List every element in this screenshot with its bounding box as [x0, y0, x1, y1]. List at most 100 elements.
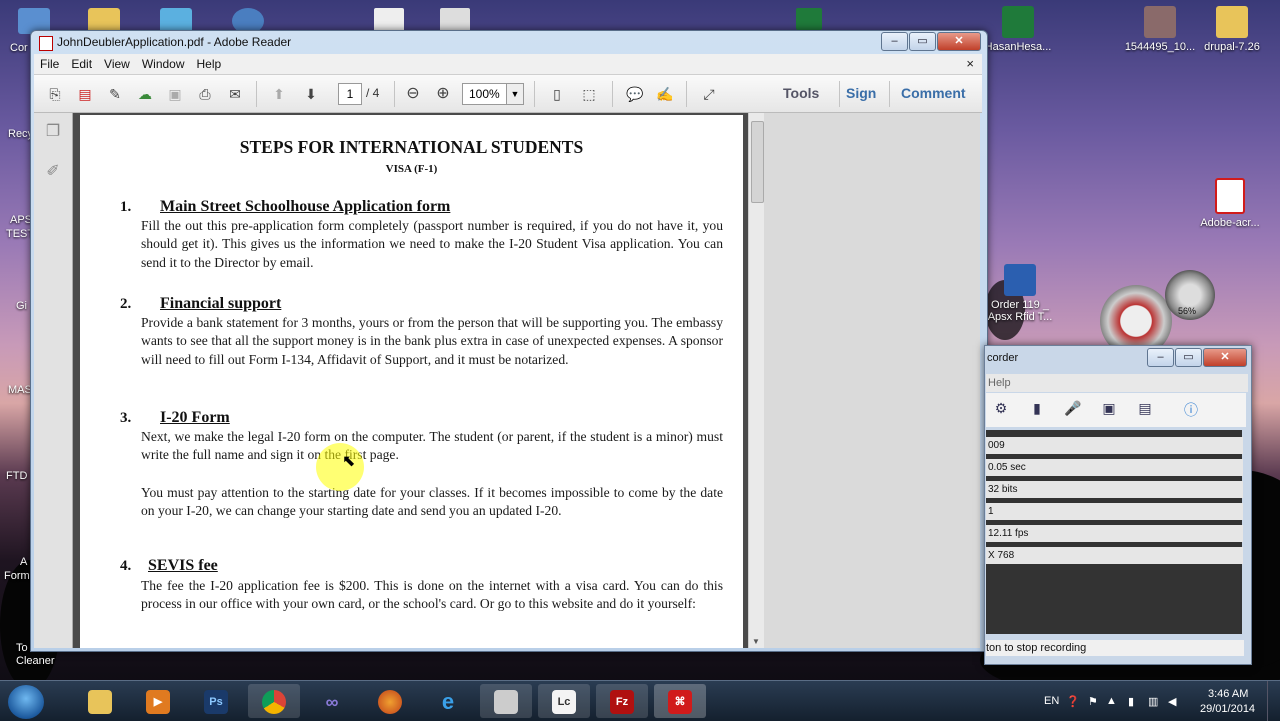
scroll-down-icon[interactable]: ▼ — [752, 637, 760, 646]
recorder-menu-help[interactable]: Help — [986, 374, 1248, 392]
clock-date[interactable]: 29/01/2014 — [1200, 703, 1255, 715]
recorder-maximize-button[interactable]: ▭ — [1175, 348, 1202, 367]
menu-file[interactable]: File — [34, 54, 65, 71]
help-icon[interactable]: ❓ — [1066, 695, 1080, 708]
fit-page-icon[interactable]: ▯ — [546, 83, 568, 105]
edit-icon[interactable]: ✎ — [104, 83, 126, 105]
taskbar-adobe-reader[interactable]: ⌘ — [654, 684, 706, 718]
clock-time[interactable]: 3:46 AM — [1208, 688, 1248, 700]
info-icon[interactable]: ⓘ — [1180, 400, 1202, 420]
film-strip-icon[interactable]: ▮ — [1026, 400, 1048, 420]
battery-icon[interactable]: ▮ — [1128, 695, 1134, 708]
network-icon[interactable]: ▥ — [1148, 695, 1158, 708]
fit-width-icon[interactable]: ⬚ — [578, 83, 600, 105]
email-icon[interactable]: ✉ — [224, 83, 246, 105]
document-subtitle: VISA (F-1) — [385, 163, 438, 175]
clapper-icon[interactable]: ▤ — [1134, 400, 1156, 420]
app-icon[interactable] — [374, 8, 404, 32]
section-number: 1. — [120, 199, 132, 215]
cpu-gauge-gadget[interactable]: 56% — [1165, 270, 1215, 320]
upload-cloud-icon[interactable]: ☁ — [134, 83, 156, 105]
recorder-close-button[interactable]: ✕ — [1203, 348, 1247, 367]
internet-explorer-icon: e — [441, 689, 455, 714]
microphone-icon[interactable]: 🎤 — [1062, 400, 1084, 420]
desktop-left-fragments: Cor Recy APS TEST Gi MAS FTD A Form To C… — [4, 42, 55, 667]
taskbar-chrome[interactable] — [248, 684, 300, 718]
fullscreen-icon[interactable]: ⤢ — [698, 83, 720, 105]
taskbar-livecycle[interactable]: Lc — [538, 684, 590, 718]
attachments-icon[interactable]: ✐ — [43, 161, 63, 181]
desktop-icon-photo[interactable]: 1544495_10... — [1120, 6, 1200, 53]
zoom-out-icon[interactable]: ⊖ — [402, 83, 424, 105]
next-page-icon[interactable]: ⬇ — [300, 83, 322, 105]
document-area[interactable]: STEPS FOR INTERNATIONAL STUDENTS VISA (F… — [73, 113, 763, 648]
document-close-icon[interactable]: × — [966, 56, 974, 71]
screen-icon[interactable]: ▣ — [1098, 400, 1120, 420]
desktop-icon-hasanhesa[interactable]: HasanHesa... — [978, 6, 1058, 53]
toolbar-separator — [256, 81, 257, 107]
zoom-in-icon[interactable]: ⊕ — [432, 83, 454, 105]
toolbar: ⎘ ▤ ✎ ☁ ▣ ⎙ ✉ ⬆ ⬇ 1 / 4 ⊖ ⊕ 100% ▼ ▯ ⬚ 💬 … — [34, 75, 982, 113]
recorder-minimize-button[interactable]: ‒ — [1147, 348, 1174, 367]
taskbar-filezilla[interactable]: Fz — [596, 684, 648, 718]
create-icon[interactable]: ▤ — [74, 83, 96, 105]
maximize-button[interactable]: ▭ — [909, 32, 936, 51]
cursor-highlight — [316, 443, 364, 491]
taskbar-firefox[interactable] — [364, 684, 416, 718]
taskbar-ie[interactable]: e — [422, 684, 474, 718]
menu-bar: File Edit View Window Help × — [34, 54, 982, 75]
page-thumbnails-icon[interactable]: ❐ — [43, 121, 63, 141]
desktop-icon-adobe[interactable]: Adobe-acr... — [1190, 178, 1270, 229]
page-number-input[interactable]: 1 — [338, 83, 362, 105]
taskbar-photoshop[interactable]: Ps — [190, 684, 242, 718]
show-hidden-icon[interactable]: ▲ — [1106, 695, 1117, 707]
show-desktop-button[interactable] — [1267, 681, 1280, 721]
zoom-select[interactable]: 100% ▼ — [462, 83, 524, 105]
infinity-icon: ∞ — [325, 692, 339, 712]
desktop-icon-drupal[interactable]: drupal-7.26 — [1192, 6, 1272, 53]
lc-icon: Lc — [552, 690, 576, 714]
taskbar-app-camera[interactable] — [480, 684, 532, 718]
adobe-reader-window[interactable]: JohnDeublerApplication.pdf - Adobe Reade… — [30, 30, 988, 652]
volume-icon[interactable]: ◀ — [1168, 695, 1176, 708]
chevron-down-icon[interactable]: ▼ — [506, 84, 523, 104]
save-icon[interactable]: ▣ — [164, 83, 186, 105]
toolbar-separator — [534, 81, 535, 107]
menu-edit[interactable]: Edit — [65, 54, 98, 71]
toolbar-separator — [686, 81, 687, 107]
print-icon[interactable]: ⎙ — [194, 83, 216, 105]
tools-button[interactable]: Tools — [783, 85, 819, 101]
close-button[interactable]: ✕ — [937, 32, 981, 51]
menu-view[interactable]: View — [98, 54, 136, 71]
title-bar[interactable]: JohnDeublerApplication.pdf - Adobe Reade… — [31, 31, 987, 53]
menu-help[interactable]: Help — [191, 54, 228, 71]
comment-icon[interactable]: 💬 — [624, 83, 646, 105]
comment-button[interactable]: Comment — [901, 85, 966, 101]
taskbar-media-player[interactable]: ▶ — [132, 684, 184, 718]
sign-button[interactable]: Sign — [846, 85, 876, 101]
recorder-window[interactable]: corder ‒ ▭ ✕ Help ⚙ ▮ 🎤 ▣ ▤ ⓘ 009 0.05 s… — [984, 345, 1252, 665]
previous-page-icon[interactable]: ⬆ — [268, 83, 290, 105]
menu-window[interactable]: Window — [136, 54, 191, 71]
language-indicator[interactable]: EN — [1044, 695, 1059, 707]
vertical-scrollbar[interactable]: ▼ — [748, 113, 765, 648]
start-button[interactable] — [8, 685, 44, 719]
notification-icon[interactable]: ⚑ — [1088, 695, 1098, 708]
taskbar-explorer[interactable] — [74, 684, 126, 718]
image-file-icon — [1144, 6, 1176, 38]
create-pdf-icon[interactable]: ⎘ — [44, 83, 66, 105]
play-icon: ▶ — [146, 690, 170, 714]
word-file-icon — [1004, 264, 1036, 296]
scrollbar-thumb[interactable] — [751, 121, 764, 203]
highlight-icon[interactable]: ✍ — [654, 83, 676, 105]
excel-file-icon[interactable] — [796, 8, 822, 30]
stat-row: X 768 — [986, 547, 1243, 564]
minimize-button[interactable]: ‒ — [881, 32, 908, 51]
section-heading: Financial support — [160, 295, 282, 312]
navigation-pane: ❐ ✐ — [34, 113, 73, 648]
gear-icon[interactable]: ⚙ — [990, 400, 1012, 420]
app-icon[interactable] — [440, 8, 470, 32]
section-body: Provide a bank statement for 3 months, y… — [141, 315, 723, 367]
taskbar-app[interactable]: ∞ — [306, 684, 358, 718]
desktop-icon-order[interactable]: Order 119 _ Apsx Rfid T... — [980, 264, 1060, 323]
